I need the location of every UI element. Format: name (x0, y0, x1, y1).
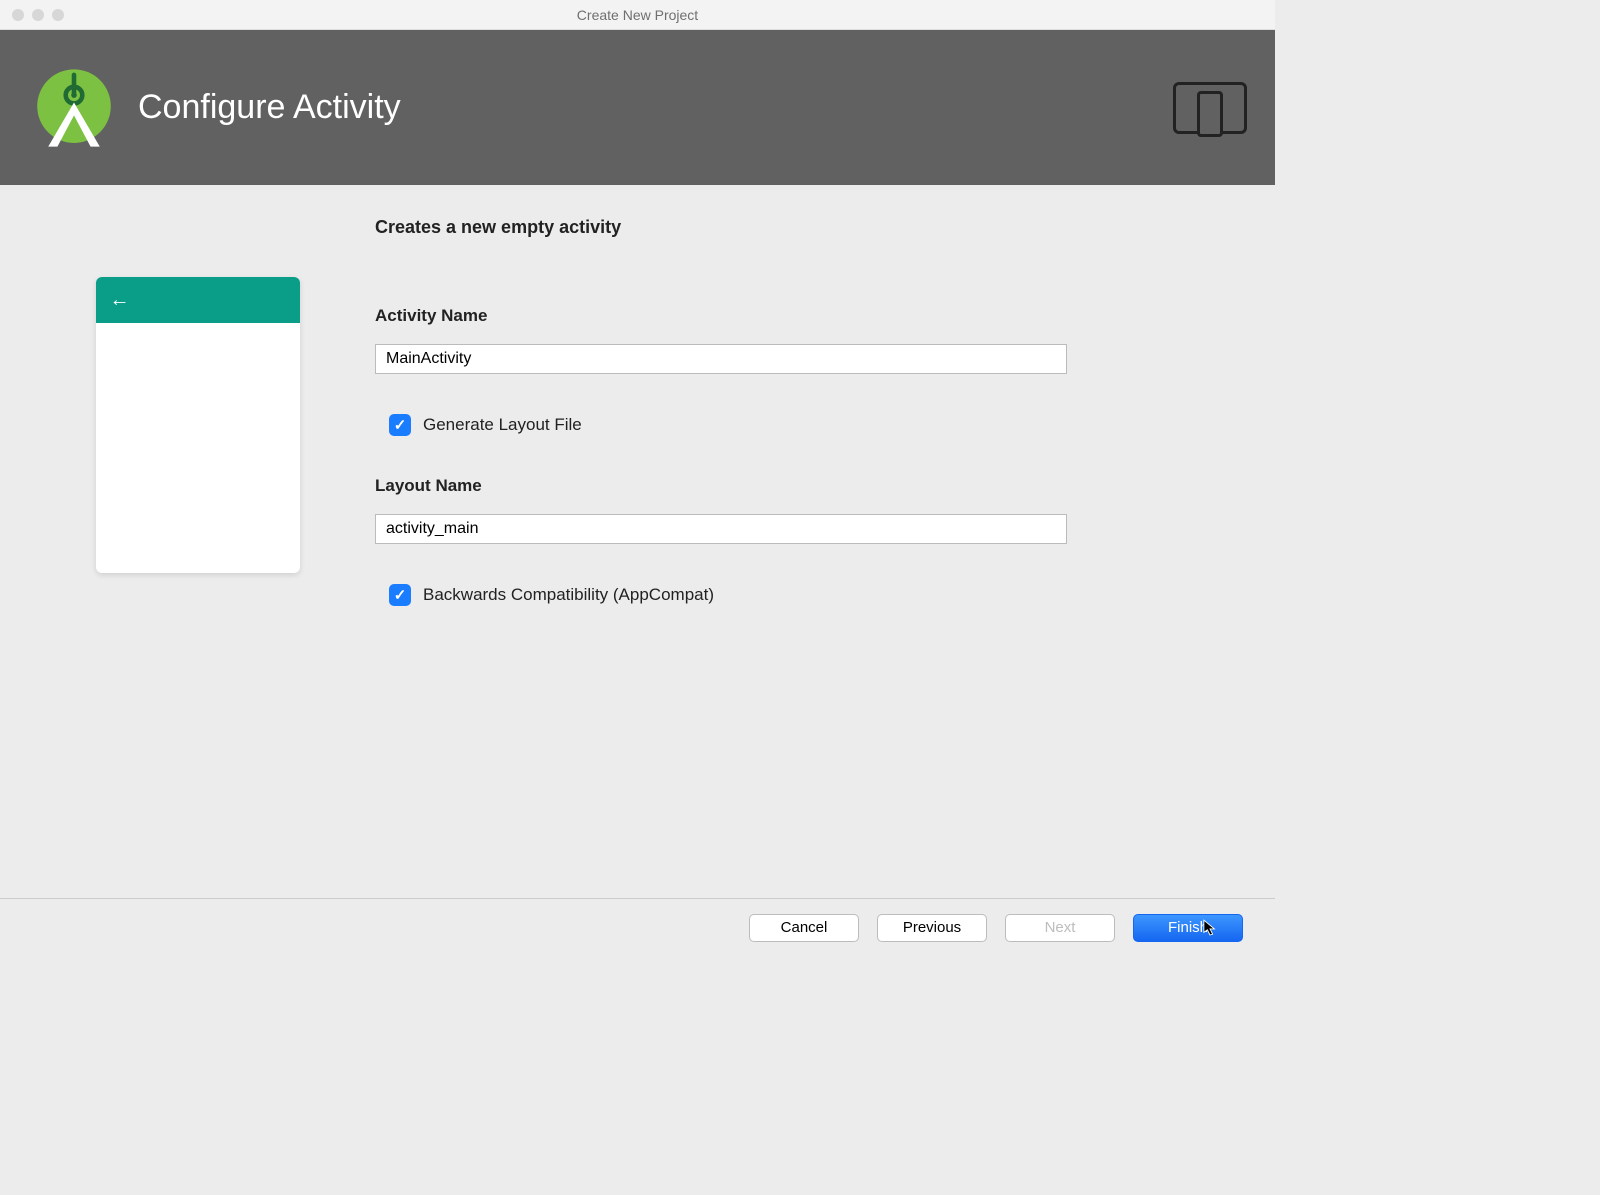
activity-preview: ← (96, 277, 300, 573)
next-button: Next (1005, 914, 1115, 942)
activity-name-label: Activity Name (375, 306, 1225, 326)
android-studio-logo-icon (28, 62, 120, 154)
window-title: Create New Project (0, 7, 1275, 23)
window-controls (12, 9, 64, 21)
device-form-factor-icon (1173, 82, 1247, 134)
intro-text: Creates a new empty activity (375, 217, 1225, 238)
generate-layout-label: Generate Layout File (423, 415, 582, 435)
cancel-button[interactable]: Cancel (749, 914, 859, 942)
backcompat-label: Backwards Compatibility (AppCompat) (423, 585, 714, 605)
minimize-window[interactable] (32, 9, 44, 21)
backcompat-row: Backwards Compatibility (AppCompat) (389, 584, 1225, 606)
layout-name-group: Layout Name (375, 476, 1225, 544)
activity-name-group: Activity Name (375, 306, 1225, 374)
generate-layout-row: Generate Layout File (389, 414, 1225, 436)
activity-name-input[interactable] (375, 344, 1067, 374)
backcompat-checkbox[interactable] (389, 584, 411, 606)
generate-layout-checkbox[interactable] (389, 414, 411, 436)
layout-name-label: Layout Name (375, 476, 1225, 496)
close-window[interactable] (12, 9, 24, 21)
previous-button[interactable]: Previous (877, 914, 987, 942)
layout-name-input[interactable] (375, 514, 1067, 544)
content-area: ← Creates a new empty activity Activity … (0, 185, 1275, 646)
wizard-footer: Cancel Previous Next Finish (0, 898, 1275, 956)
back-arrow-icon: ← (110, 289, 130, 312)
form-column: Creates a new empty activity Activity Na… (375, 217, 1225, 646)
finish-button[interactable]: Finish (1133, 914, 1243, 942)
window-titlebar: Create New Project (0, 0, 1275, 30)
wizard-header: Configure Activity (0, 30, 1275, 185)
page-title: Configure Activity (138, 88, 401, 127)
preview-column: ← (50, 217, 315, 646)
maximize-window[interactable] (52, 9, 64, 21)
preview-appbar: ← (96, 277, 300, 323)
